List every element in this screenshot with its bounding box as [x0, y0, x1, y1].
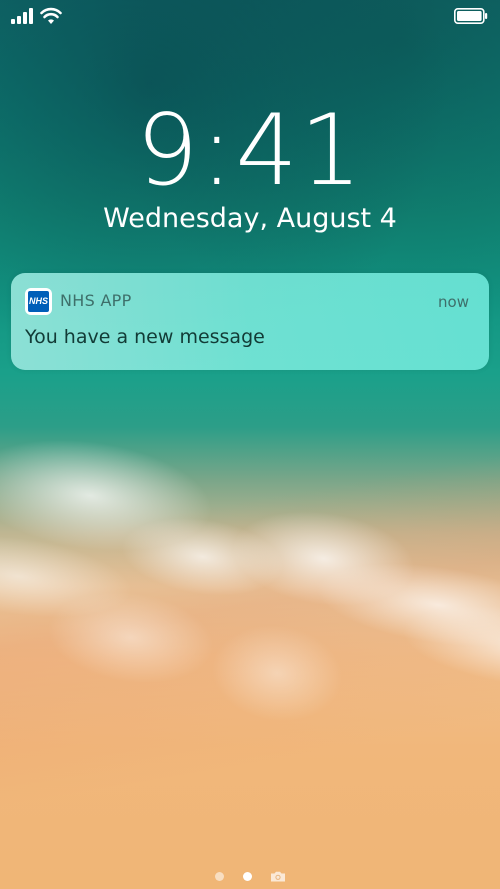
notification-time: now — [438, 293, 469, 311]
page-dot-active — [243, 872, 252, 881]
lock-screen: 9:41 Wednesday, August 4 NHS NHS APP now… — [0, 0, 500, 889]
page-dot — [214, 872, 224, 881]
notification-message: You have a new message — [25, 326, 265, 348]
wifi-icon — [40, 7, 62, 24]
notification-card[interactable]: NHS NHS APP now You have a new message — [11, 273, 489, 370]
battery-icon — [454, 8, 488, 24]
status-bar — [0, 0, 500, 34]
lock-screen-date: Wednesday, August 4 — [103, 203, 397, 234]
nhs-app-icon: NHS — [25, 288, 52, 315]
camera-icon[interactable] — [270, 871, 286, 882]
notification-header: NHS NHS APP now — [11, 273, 489, 329]
nhs-logo-text: NHS — [28, 291, 49, 312]
page-indicator — [0, 866, 500, 882]
lock-screen-time: 9:41 — [135, 94, 365, 208]
cellular-signal-icon — [11, 8, 35, 24]
notification-app-name: NHS APP — [60, 291, 132, 310]
